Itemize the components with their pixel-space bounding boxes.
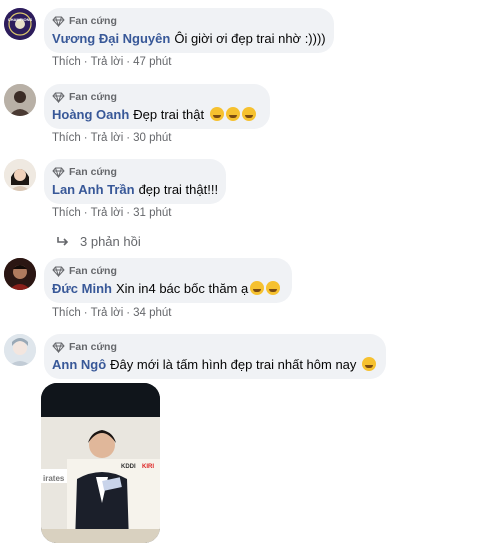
- comment-text: Ôi giời ơi đẹp trai nhờ :)))): [174, 31, 326, 46]
- avatar[interactable]: [4, 159, 36, 191]
- laughing-emoji-icon: [209, 107, 224, 121]
- comment-actions: Thích · Trả lời · 34 phút: [52, 307, 172, 319]
- separator-dot: ·: [126, 307, 131, 319]
- badge-label: Fan cứng: [69, 166, 117, 178]
- reply-link[interactable]: Trả lời: [91, 56, 124, 68]
- separator-dot: ·: [126, 207, 131, 219]
- view-replies-link[interactable]: 3 phản hồi: [56, 234, 141, 249]
- avatar-logo-text: CHAMPIONS: [7, 17, 33, 22]
- comment-actions: Thích · Trả lời · 47 phút: [52, 56, 172, 68]
- photo-image: [41, 383, 160, 543]
- user-photo-icon: [4, 159, 36, 191]
- badge-label: Fan cứng: [69, 91, 117, 103]
- like-link[interactable]: Thích: [52, 56, 81, 68]
- fan-badge: Fan cứng: [52, 14, 323, 28]
- fan-badge: Fan cứng: [52, 340, 375, 354]
- comment-text-line: Đức Minh Xin in4 bác bốc thăm ạ: [52, 281, 281, 296]
- rolling-laughing-emoji-icon: [250, 281, 265, 295]
- timestamp[interactable]: 47 phút: [133, 56, 171, 68]
- timestamp[interactable]: 31 phút: [133, 207, 171, 219]
- comment-text: đẹp trai thật!!!: [138, 182, 219, 197]
- fan-badge: Fan cứng: [52, 90, 259, 104]
- diamond-icon: [52, 92, 65, 103]
- champions-logo-icon: [4, 8, 36, 40]
- separator-dot: ·: [83, 56, 88, 68]
- like-link[interactable]: Thích: [52, 132, 81, 144]
- diamond-icon: [52, 266, 65, 277]
- badge-label: Fan cứng: [69, 265, 117, 277]
- relieved-emoji-icon: [362, 357, 377, 371]
- comment-actions: Thích · Trả lời · 30 phút: [52, 132, 172, 144]
- comment-bubble: Fan cứng Ann Ngô Đây mới là tấm hình đẹp …: [44, 334, 386, 379]
- comment-actions: Thích · Trả lời · 31 phút: [52, 207, 172, 219]
- photo-text-kirin: KIRI: [142, 464, 154, 470]
- comment-bubble: Fan cứng Đức Minh Xin in4 bác bốc thăm ạ: [44, 258, 292, 303]
- diamond-icon: [52, 167, 65, 178]
- user-photo-icon: [4, 258, 36, 290]
- comment-text: Xin in4 bác bốc thăm ạ: [115, 281, 249, 296]
- like-link[interactable]: Thích: [52, 207, 81, 219]
- author-name[interactable]: Đức Minh: [52, 281, 112, 296]
- reply-link[interactable]: Trả lời: [91, 207, 124, 219]
- diamond-icon: [52, 342, 65, 353]
- like-link[interactable]: Thích: [52, 307, 81, 319]
- author-name[interactable]: Vương Đại Nguyên: [52, 31, 170, 46]
- comment-bubble: Fan cứng Vương Đại Nguyên Ôi giời ơi đẹp …: [44, 8, 334, 53]
- badge-label: Fan cứng: [69, 341, 117, 353]
- comment-text-line: Vương Đại Nguyên Ôi giời ơi đẹp trai nhờ …: [52, 31, 326, 46]
- grinning-emoji-icon: [266, 281, 281, 295]
- comment-photo[interactable]: irates KDDI KIRI: [41, 383, 160, 543]
- comment-text-line: Ann Ngô Đây mới là tấm hình đẹp trai nhất…: [52, 357, 377, 372]
- author-name[interactable]: Hoàng Oanh: [52, 107, 129, 122]
- timestamp[interactable]: 34 phút: [133, 307, 171, 319]
- user-photo-icon: [4, 84, 36, 116]
- fan-badge: Fan cứng: [52, 165, 215, 179]
- comment-text: Đây mới là tấm hình đẹp trai nhất hôm na…: [110, 357, 357, 372]
- author-name[interactable]: Ann Ngô: [52, 357, 106, 372]
- user-photo-icon: [4, 334, 36, 366]
- separator-dot: ·: [83, 307, 88, 319]
- diamond-icon: [52, 16, 65, 27]
- comment-text-line: Lan Anh Trần đẹp trai thật!!!: [52, 182, 218, 197]
- comment-text-line: Hoàng Oanh Đẹp trai thật: [52, 107, 259, 122]
- comment-text: Đẹp trai thật: [133, 107, 205, 122]
- comment-bubble: Fan cứng Lan Anh Trần đẹp trai thật!!!: [44, 159, 226, 204]
- laughing-emoji-icon: [225, 107, 240, 121]
- laughing-emoji-icon: [241, 107, 256, 121]
- photo-text-left: irates: [43, 474, 65, 483]
- reply-link[interactable]: Trả lời: [91, 132, 124, 144]
- reply-arrow-icon: [57, 236, 69, 246]
- author-name[interactable]: Lan Anh Trần: [52, 182, 135, 197]
- separator-dot: ·: [126, 132, 131, 144]
- avatar[interactable]: [4, 84, 36, 116]
- separator-dot: ·: [126, 56, 131, 68]
- fan-badge: Fan cứng: [52, 264, 281, 278]
- separator-dot: ·: [83, 132, 88, 144]
- comment-bubble: Fan cứng Hoàng Oanh Đẹp trai thật: [44, 84, 270, 129]
- avatar[interactable]: [4, 258, 36, 290]
- badge-label: Fan cứng: [69, 15, 117, 27]
- photo-text-kddi: KDDI: [121, 464, 136, 470]
- avatar[interactable]: [4, 334, 36, 366]
- timestamp[interactable]: 30 phút: [133, 132, 171, 144]
- replies-count-label: 3 phản hồi: [80, 234, 141, 249]
- avatar[interactable]: CHAMPIONS: [4, 8, 36, 40]
- reply-link[interactable]: Trả lời: [91, 307, 124, 319]
- separator-dot: ·: [83, 207, 88, 219]
